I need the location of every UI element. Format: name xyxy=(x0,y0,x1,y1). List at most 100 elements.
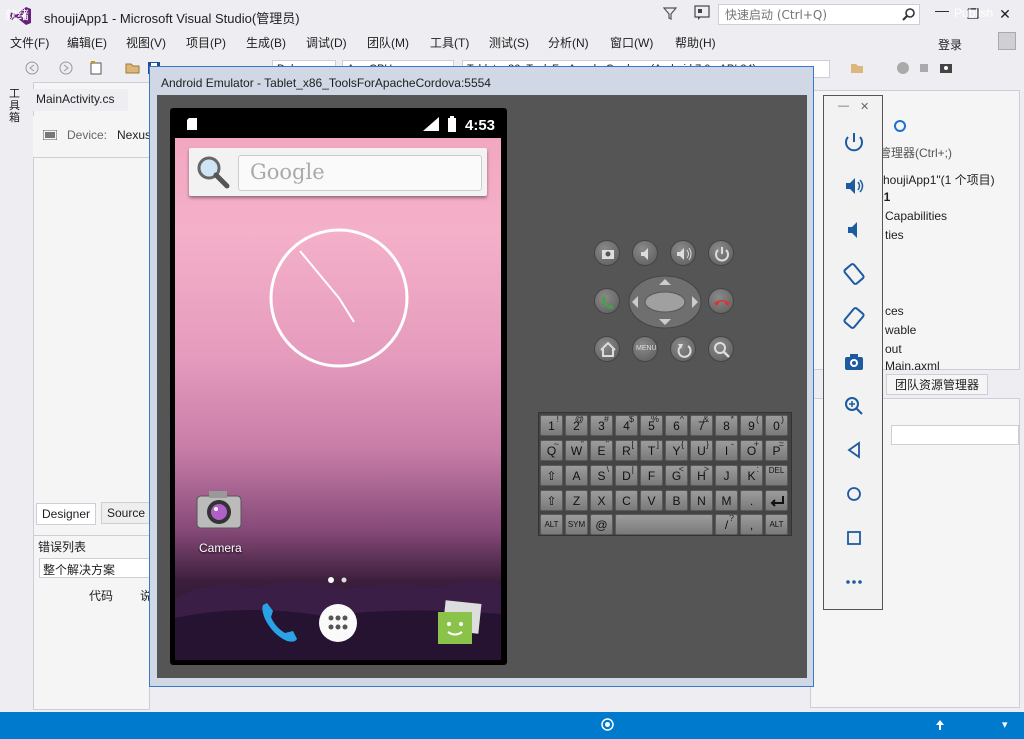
key[interactable]: , xyxy=(740,514,763,535)
key[interactable]: M xyxy=(715,490,738,511)
menu-analyze[interactable]: 分析(N) xyxy=(548,34,589,51)
menu-window[interactable]: 窗口(W) xyxy=(610,34,653,51)
toolbox-tab[interactable]: 工具箱 xyxy=(9,88,23,124)
key-alt-left[interactable]: ALT xyxy=(540,514,563,535)
tab-team-explorer[interactable]: 团队资源管理器 xyxy=(886,374,989,395)
key[interactable]: @ xyxy=(590,514,613,535)
messaging-app-icon[interactable] xyxy=(436,600,482,646)
menu-edit[interactable]: 编辑(E) xyxy=(67,34,107,51)
key[interactable]: . xyxy=(740,490,763,511)
camera-hw-button[interactable] xyxy=(594,240,620,266)
key[interactable]: Q ~ xyxy=(540,440,563,461)
menu-file[interactable]: 文件(F) xyxy=(10,34,49,51)
key[interactable]: R[ xyxy=(615,440,638,461)
publish-button[interactable]: Publish xyxy=(954,6,993,20)
publish-dropdown-icon[interactable]: ▾ xyxy=(1002,718,1008,731)
key[interactable]: J xyxy=(715,465,738,486)
key[interactable]: D | xyxy=(615,465,638,486)
home-hw-button[interactable] xyxy=(594,336,620,362)
key-delete[interactable]: DEL xyxy=(765,465,788,486)
call-hw-button[interactable] xyxy=(594,288,620,314)
key[interactable]: 7 & xyxy=(690,415,713,436)
forward-icon[interactable] xyxy=(58,60,74,76)
key[interactable]: 6 ^ xyxy=(665,415,688,436)
key[interactable]: K: xyxy=(740,465,763,486)
key[interactable]: A xyxy=(565,465,588,486)
key-sym[interactable]: SYM xyxy=(565,514,588,535)
key-enter[interactable] xyxy=(765,490,788,511)
error-scope-select[interactable]: 整个解决方案 xyxy=(39,558,151,578)
key[interactable]: 4 $ xyxy=(615,415,638,436)
key[interactable]: Z xyxy=(565,490,588,511)
menu-help[interactable]: 帮助(H) xyxy=(675,34,716,51)
key[interactable]: 5% xyxy=(640,415,663,436)
volume-up-icon[interactable] xyxy=(840,172,868,200)
solution-item[interactable]: wable xyxy=(885,323,916,337)
camera-app-icon[interactable] xyxy=(195,488,243,532)
new-project-icon[interactable] xyxy=(88,60,104,76)
dpad[interactable] xyxy=(628,275,702,329)
quick-launch-input[interactable] xyxy=(719,5,895,24)
sign-in-link[interactable]: 登录 xyxy=(938,36,962,53)
search-hw-button[interactable] xyxy=(708,336,734,362)
quick-launch-box[interactable] xyxy=(718,4,920,25)
live-share-icon[interactable] xyxy=(601,718,614,731)
rotate-left-icon[interactable] xyxy=(840,260,868,288)
phone-app-icon[interactable] xyxy=(257,601,301,645)
refresh-icon[interactable] xyxy=(893,119,907,133)
side-minimize-button[interactable]: — xyxy=(838,100,849,112)
rotate-right-icon[interactable] xyxy=(840,304,868,332)
power-icon[interactable] xyxy=(840,128,868,156)
key[interactable]: F xyxy=(640,465,663,486)
close-button[interactable]: ✕ xyxy=(995,6,1015,22)
home-icon[interactable] xyxy=(840,480,868,508)
key[interactable]: 2 @ xyxy=(565,415,588,436)
volume-down-icon[interactable] xyxy=(840,216,868,244)
key[interactable]: 1! xyxy=(540,415,563,436)
browse-icon[interactable] xyxy=(849,60,865,76)
key[interactable]: P = xyxy=(765,440,788,461)
open-file-icon[interactable] xyxy=(125,60,141,76)
device-value[interactable]: Nexus xyxy=(117,128,151,142)
camera-tool-icon[interactable] xyxy=(938,60,954,76)
key[interactable]: T] xyxy=(640,440,663,461)
volume-down-hw-button[interactable] xyxy=(632,240,658,266)
key[interactable]: H > xyxy=(690,465,713,486)
account-icon[interactable] xyxy=(998,32,1016,50)
more-icon[interactable] xyxy=(840,568,868,596)
key[interactable]: 0) xyxy=(765,415,788,436)
menu-test[interactable]: 测试(S) xyxy=(489,34,529,51)
key[interactable]: 3 # xyxy=(590,415,613,436)
side-close-button[interactable]: ✕ xyxy=(860,100,869,113)
notification-filter-icon[interactable] xyxy=(663,6,677,20)
key[interactable]: G < xyxy=(665,465,688,486)
key[interactable]: S \ xyxy=(590,465,613,486)
key[interactable]: V xyxy=(640,490,663,511)
solution-item[interactable]: Capabilities xyxy=(885,209,947,223)
analog-clock-widget[interactable] xyxy=(268,227,410,369)
key[interactable]: /? xyxy=(715,514,738,535)
overview-icon[interactable] xyxy=(840,524,868,552)
back-icon[interactable] xyxy=(24,60,40,76)
key[interactable]: 8 * xyxy=(715,415,738,436)
key[interactable]: U} xyxy=(690,440,713,461)
properties-object-select[interactable] xyxy=(891,425,1019,445)
solution-root[interactable]: shoujiApp1"(1 个项目) xyxy=(877,171,995,188)
key[interactable]: 9( xyxy=(740,415,763,436)
key-alt-right[interactable]: ALT xyxy=(765,514,788,535)
key[interactable]: W " xyxy=(565,440,588,461)
key[interactable]: X xyxy=(590,490,613,511)
step-icon[interactable] xyxy=(895,60,911,76)
stop-icon[interactable] xyxy=(916,60,932,76)
menu-tools[interactable]: 工具(T) xyxy=(430,34,469,51)
menu-hw-button[interactable]: MENU xyxy=(632,336,658,362)
key[interactable]: C xyxy=(615,490,638,511)
key[interactable]: N xyxy=(690,490,713,511)
power-hw-button[interactable] xyxy=(708,240,734,266)
app-drawer-icon[interactable] xyxy=(318,603,358,643)
tab-source[interactable]: Source xyxy=(101,502,152,524)
key[interactable]: Y{ xyxy=(665,440,688,461)
back-hw-button[interactable] xyxy=(670,336,696,362)
solution-search-input[interactable]: 管理器(Ctrl+;) xyxy=(879,144,952,161)
feedback-icon[interactable] xyxy=(694,5,710,21)
